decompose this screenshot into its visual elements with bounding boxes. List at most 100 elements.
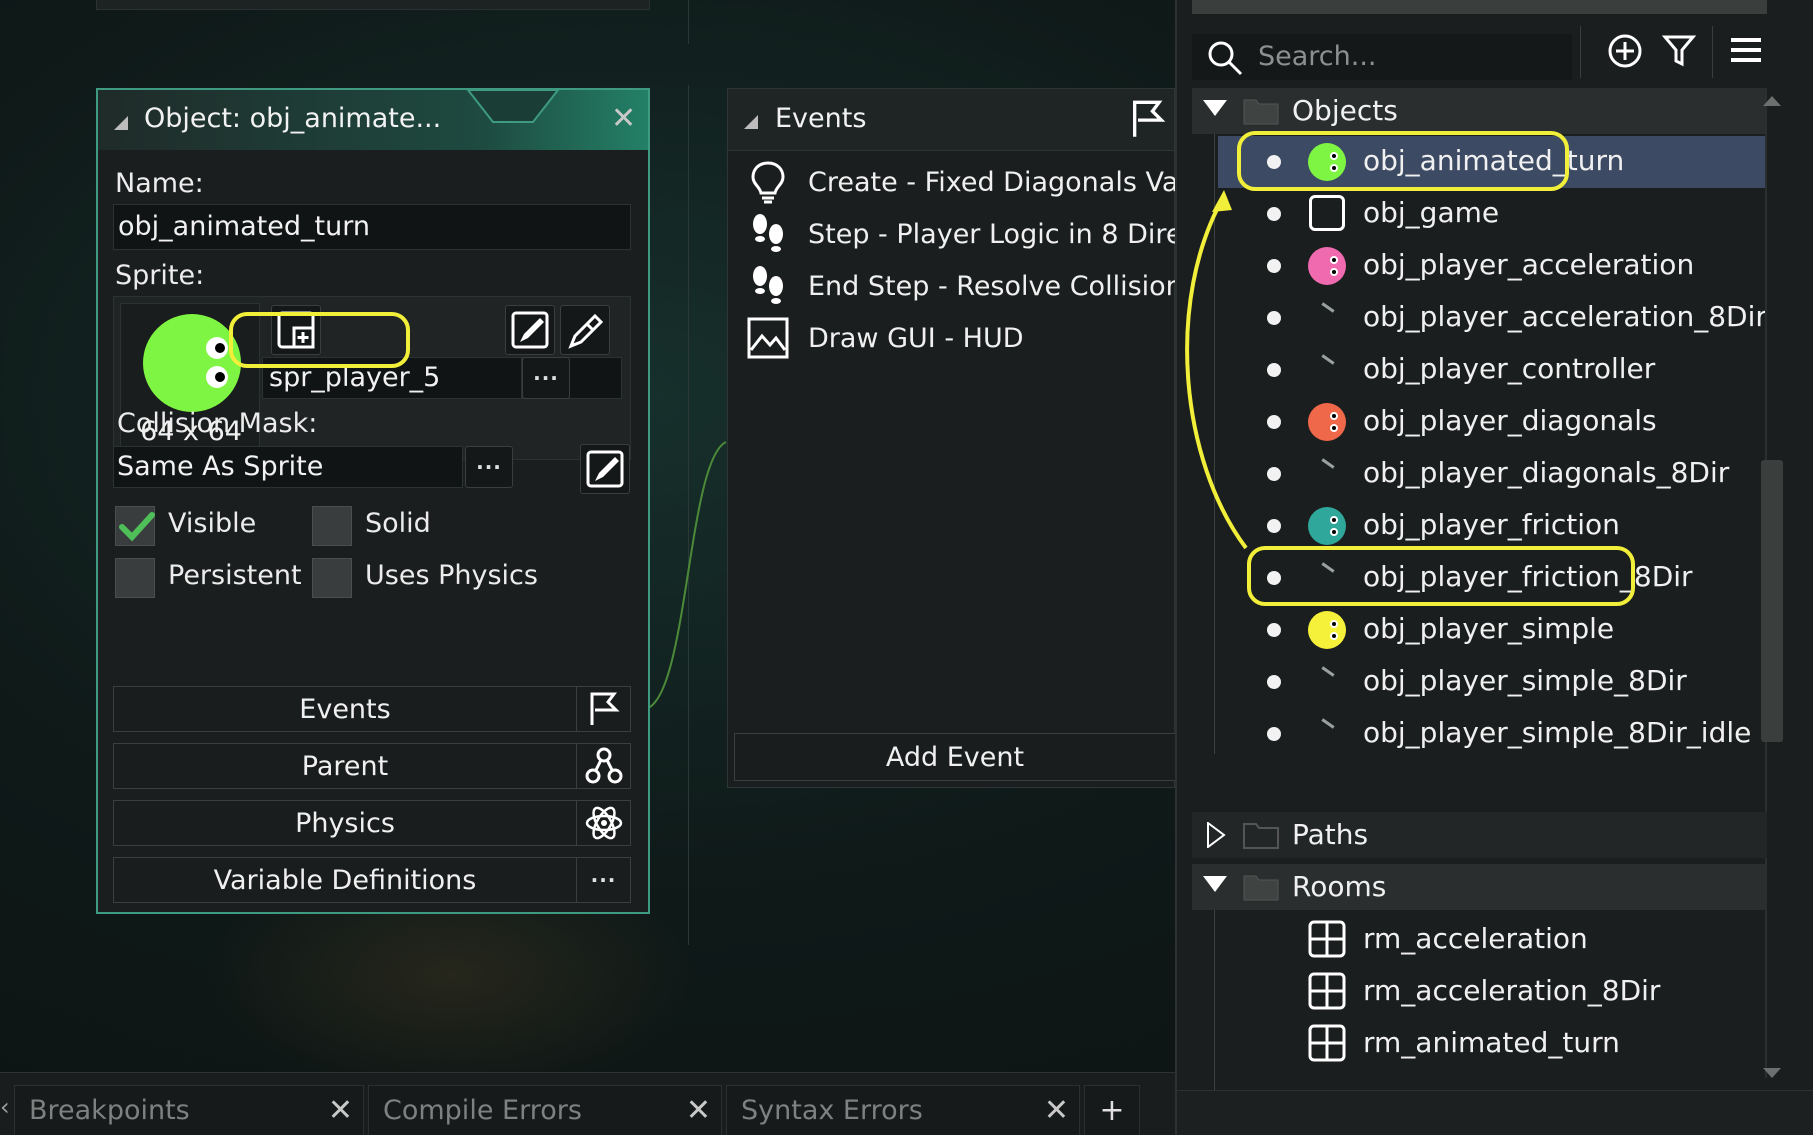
group-paths[interactable]: Paths [1192,812,1767,858]
edit-sprite-button[interactable] [505,305,555,355]
room-list-item[interactable]: rm_acceleration_8Dir [1207,966,1767,1018]
event-item[interactable]: Step - Player Logic in 8 Direct [746,209,1208,259]
visible-label: Visible [168,508,257,539]
close-icon[interactable]: ✕ [1044,1093,1079,1128]
sprite-preview [143,314,241,412]
uses-physics-checkbox[interactable] [312,558,352,598]
object-list-item[interactable]: obj_player_diagonals_8Dir [1207,448,1767,500]
add-asset-icon[interactable] [1607,33,1643,69]
object-editor-header: Object: obj_animate... ✕ [98,90,648,150]
object-editor-panel: Object: obj_animate... ✕ Name: obj_anima… [96,88,650,914]
workspace-top-panel-edge [96,0,650,10]
toolbar-divider [1580,26,1581,78]
asset-browser: Search... Objects obj_animated_turn obj_g… [1175,0,1813,1135]
parent-button[interactable]: Parent [113,743,631,789]
object-list-item[interactable]: obj_player_controller [1207,344,1767,396]
object-list-item[interactable]: obj_player_friction_8Dir [1207,552,1767,604]
object-list-item[interactable]: obj_player_simple_8Dir [1207,656,1767,708]
brush-icon [568,313,604,349]
object-list-item[interactable]: obj_player_simple_8Dir_idle [1207,708,1767,760]
tab-syntax-errors[interactable]: Syntax Errors ✕ [726,1085,1080,1135]
object-list-item[interactable]: obj_animated_turn [1218,136,1767,188]
room-list-item[interactable]: rm_acceleration [1207,914,1767,966]
object-list-item[interactable]: obj_player_diagonals [1207,396,1767,448]
object-name: obj_player_simple [1363,612,1615,645]
small-sprite-icon [1321,354,1335,365]
sprite-select-button[interactable]: ··· [522,357,570,399]
filter-icon[interactable] [1662,33,1696,67]
more-icon: ··· [576,858,630,902]
name-field[interactable]: obj_animated_turn [113,204,631,250]
tab-breakpoints[interactable]: Breakpoints ✕ [14,1085,364,1135]
more-icon: ··· [533,366,559,390]
close-icon[interactable]: ✕ [328,1093,363,1128]
atom-icon [576,801,630,845]
object-list-item[interactable]: obj_game [1207,188,1767,240]
group-objects[interactable]: Objects [1192,88,1767,134]
object-list-item[interactable]: obj_player_acceleration_8Dir [1207,292,1767,344]
chevron-right-icon[interactable] [1206,822,1226,848]
scrollbar-thumb[interactable] [1761,460,1783,742]
chevron-down-icon[interactable] [1202,874,1228,894]
physics-button[interactable]: Physics [113,800,631,846]
object-name: obj_player_simple_8Dir [1363,664,1687,697]
tab-scroll-left-icon[interactable]: ‹ [0,1093,10,1121]
collision-mask-select-button[interactable]: ··· [465,446,513,488]
add-event-button[interactable]: Add Event [734,733,1176,781]
close-icon[interactable]: ✕ [686,1093,721,1128]
edit-mask-icon [586,450,624,488]
new-sprite-button[interactable] [271,305,321,355]
scroll-down-icon[interactable] [1763,1068,1781,1078]
hierarchy-icon [576,744,630,788]
object-name: obj_player_friction_8Dir [1363,560,1693,593]
group-objects-label: Objects [1292,94,1398,127]
close-icon[interactable]: ✕ [611,104,636,134]
event-item[interactable]: Draw GUI - HUD [746,313,1024,363]
object-list-item[interactable]: obj_player_friction [1207,500,1767,552]
brush-button[interactable] [560,305,610,355]
edit-mask-button[interactable] [580,444,630,494]
room-list-item[interactable]: rm_animated_turn [1207,1018,1767,1070]
chevron-down-icon[interactable] [1202,98,1228,118]
collision-mask-label: Collision Mask: [117,408,318,439]
tab-compile-errors[interactable]: Compile Errors ✕ [368,1085,722,1135]
asset-top-bar [1192,0,1767,14]
events-button-label: Events [299,693,391,725]
events-button[interactable]: Events [113,686,631,732]
sprite-thumbnail-icon [1308,247,1346,285]
parent-button-label: Parent [301,750,389,782]
menu-icon[interactable] [1729,35,1763,65]
collapse-corner-icon[interactable] [114,116,128,130]
plus-icon: + [1099,1093,1125,1128]
event-item[interactable]: End Step - Resolve Collisions [746,261,1197,311]
object-list-item[interactable]: obj_player_simple [1207,604,1767,656]
group-rooms[interactable]: Rooms [1192,864,1767,910]
group-rooms-label: Rooms [1292,870,1387,903]
add-tab-button[interactable]: + [1084,1085,1140,1135]
more-dots: ··· [590,868,617,892]
room-name: rm_acceleration [1363,922,1588,955]
sprite-thumbnail-icon [1308,507,1346,545]
small-sprite-icon [1321,666,1335,677]
collision-mask-field[interactable]: Same As Sprite [113,446,463,488]
variable-definitions-button[interactable]: Variable Definitions ··· [113,857,631,903]
event-label: Draw GUI - HUD [808,322,1024,354]
bullet-icon [1267,675,1281,689]
persistent-checkbox[interactable] [115,558,155,598]
solid-checkbox[interactable] [312,506,352,546]
sprite-thumbnail-icon [1308,143,1346,181]
add-event-label: Add Event [885,741,1025,773]
collapse-corner-icon[interactable] [744,115,758,129]
collision-mask-value: Same As Sprite [117,451,324,482]
flag-icon[interactable] [1128,99,1168,139]
new-sprite-icon [277,311,315,349]
event-label: Create - Fixed Diagonals Vari [808,166,1197,198]
event-item[interactable]: Create - Fixed Diagonals Vari [746,157,1197,207]
sprite-name-field[interactable]: spr_player_5 [262,357,522,399]
search-input[interactable]: Search... [1192,34,1572,80]
object-list-item[interactable]: obj_player_acceleration [1207,240,1767,292]
scroll-up-icon[interactable] [1763,96,1781,106]
visible-checkbox[interactable] [115,506,155,546]
events-title: Events [775,103,867,134]
small-sprite-icon [1321,718,1335,729]
